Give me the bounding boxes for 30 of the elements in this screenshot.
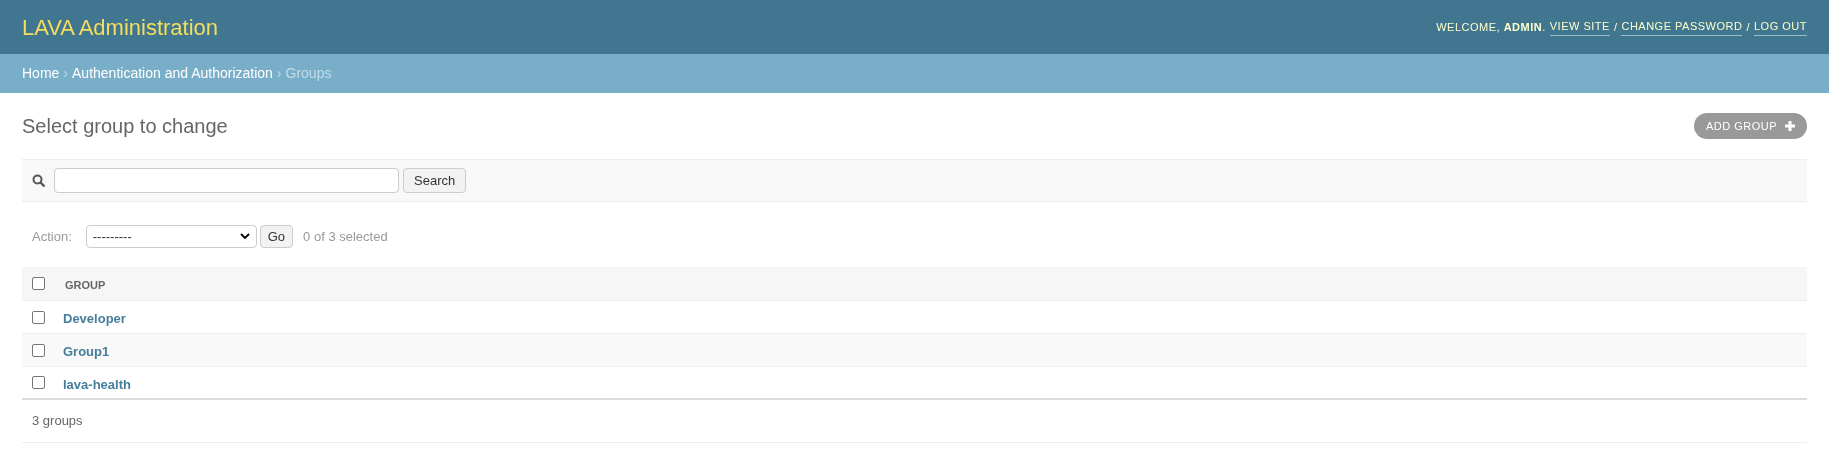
- search-icon: [32, 173, 46, 188]
- search-field[interactable]: [54, 168, 399, 193]
- welcome-text: WELCOME, ADMIN.: [1436, 19, 1546, 35]
- checkbox[interactable]: [32, 376, 45, 389]
- breadcrumb-current: Groups: [285, 64, 332, 83]
- plus-icon: [1785, 121, 1795, 131]
- search-button[interactable]: Search: [403, 168, 467, 193]
- page-title: Select group to change: [22, 114, 228, 139]
- header-link[interactable]: VIEW SITE: [1549, 18, 1610, 36]
- checkbox[interactable]: [32, 343, 45, 357]
- chevron-down-icon: [239, 233, 250, 240]
- checkbox[interactable]: [32, 277, 45, 290]
- separator: /: [1613, 19, 1618, 35]
- add-group-button[interactable]: ADD GROUP: [1693, 113, 1807, 139]
- result-count: 3 groups: [32, 412, 83, 431]
- separator: /: [1746, 19, 1750, 35]
- column-header[interactable]: GROUP: [65, 277, 106, 294]
- header-link[interactable]: LOG OUT: [1754, 18, 1807, 36]
- action-select[interactable]: ---------: [85, 225, 257, 248]
- site-title[interactable]: LAVA Administration: [22, 10, 219, 44]
- breadcrumb-separator: ›: [276, 64, 282, 83]
- group-link[interactable]: Developer: [63, 309, 126, 329]
- go-button[interactable]: Go: [259, 225, 294, 248]
- group-link[interactable]: lava-health: [63, 374, 131, 395]
- header-link[interactable]: CHANGE PASSWORD: [1621, 18, 1743, 36]
- selection-counter: 0 of 3 selected: [303, 227, 388, 246]
- breadcrumb-separator: ›: [63, 64, 69, 83]
- checkbox[interactable]: [32, 310, 45, 324]
- action-label: Action:: [32, 227, 72, 246]
- group-link[interactable]: Group1: [63, 342, 110, 362]
